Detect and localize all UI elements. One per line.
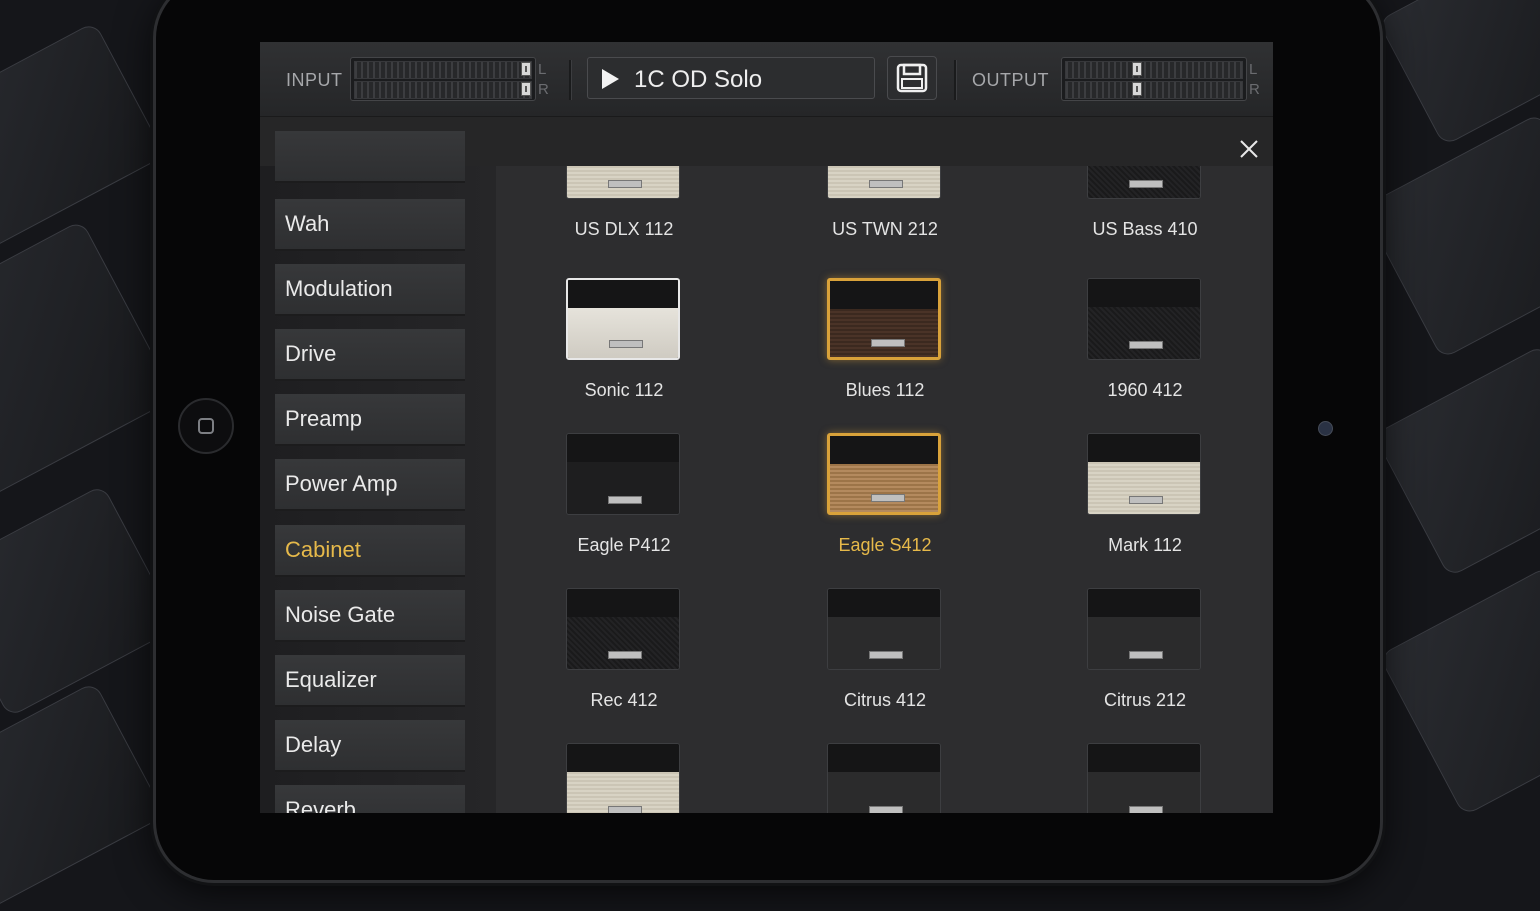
cabinet-name: US TWN 212 — [832, 219, 938, 239]
camera-icon — [1318, 421, 1333, 436]
app-screen: INPUT L R 1C OD Solo OUTPUT L R Wah Modu… — [260, 42, 1273, 813]
sidebar-item-cabinet[interactable]: Cabinet — [275, 525, 465, 575]
background-tile — [1373, 344, 1540, 578]
cabinet-thumbnail — [827, 588, 941, 670]
background-tile — [0, 21, 166, 251]
cabinet-thumbnail — [827, 433, 941, 515]
cabinet-name: Blues 112 — [845, 380, 925, 400]
background-tile — [1378, 565, 1540, 817]
cabinet-thumbnail — [1087, 278, 1201, 360]
input-meter[interactable] — [350, 57, 536, 101]
play-icon[interactable] — [602, 69, 619, 89]
top-bar: INPUT L R 1C OD Solo OUTPUT L R — [260, 42, 1273, 117]
cabinet-name: Rec 412 — [590, 690, 658, 710]
output-meter[interactable] — [1061, 57, 1247, 101]
cabinet-thumbnail — [1087, 166, 1201, 199]
sidebar-item-wah[interactable]: Wah — [275, 199, 465, 249]
cabinet-thumbnail — [1087, 433, 1201, 515]
cabinet-name: Eagle P412 — [577, 535, 671, 555]
preset-name: 1C OD Solo — [634, 66, 763, 93]
cabinet-thumbnail — [827, 278, 941, 360]
cabinet-name: 1960 412 — [1107, 380, 1183, 400]
output-label: OUTPUT — [972, 70, 1049, 90]
close-icon[interactable] — [1238, 138, 1260, 160]
output-right-level-handle[interactable] — [1132, 82, 1142, 96]
sidebar-item-partial[interactable] — [275, 131, 465, 181]
sidebar-item-delay[interactable]: Delay — [275, 720, 465, 770]
output-left-level-handle[interactable] — [1132, 62, 1142, 76]
sidebar-item-preamp[interactable]: Preamp — [275, 394, 465, 444]
cabinet-name: Sonic 112 — [584, 380, 664, 400]
cabinet-thumbnail — [1087, 743, 1201, 813]
category-sidebar[interactable]: Wah Modulation Drive Preamp Power Amp Ca… — [260, 131, 496, 813]
input-left-channel-label: L — [538, 61, 547, 78]
cabinet-thumbnail — [566, 743, 680, 813]
sidebar-item-modulation[interactable]: Modulation — [275, 264, 465, 314]
divider — [569, 60, 572, 100]
sidebar-item-equalizer[interactable]: Equalizer — [275, 655, 465, 705]
input-label: INPUT — [286, 70, 343, 90]
output-right-channel-label: R — [1249, 81, 1260, 98]
cabinet-name: US DLX 112 — [574, 219, 674, 239]
input-left-level-handle[interactable] — [521, 62, 531, 76]
cabinet-name: Citrus 412 — [843, 690, 927, 710]
output-left-channel-label: L — [1249, 61, 1258, 78]
background-tile — [0, 484, 179, 718]
cabinet-thumbnail — [827, 743, 941, 813]
background-tile — [1361, 112, 1540, 360]
preset-selector[interactable]: 1C OD Solo — [587, 57, 875, 99]
save-button[interactable] — [887, 56, 937, 100]
cabinet-grid: US DLX 112 US TWN 212 US Bass 410 Sonic … — [496, 166, 1273, 813]
cabinet-thumbnail — [566, 166, 680, 199]
cabinet-thumbnail — [566, 433, 680, 515]
cabinet-thumbnail — [566, 278, 680, 360]
divider — [954, 60, 957, 100]
sidebar-item-noise-gate[interactable]: Noise Gate — [275, 590, 465, 640]
cabinet-name: Eagle S412 — [838, 535, 932, 555]
input-right-level-handle[interactable] — [521, 82, 531, 96]
sidebar-item-reverb[interactable]: Reverb — [275, 785, 465, 813]
cabinet-thumbnail — [827, 166, 941, 199]
sidebar-item-drive[interactable]: Drive — [275, 329, 465, 379]
cabinet-thumbnail — [566, 588, 680, 670]
cabinet-name: Mark 112 — [1108, 535, 1182, 555]
sidebar-item-power-amp[interactable]: Power Amp — [275, 459, 465, 509]
cabinet-thumbnail — [1087, 588, 1201, 670]
background-tile — [0, 681, 166, 911]
background-tile — [0, 219, 177, 503]
cabinet-name: US Bass 410 — [1092, 219, 1198, 239]
input-right-channel-label: R — [538, 81, 549, 98]
save-icon — [896, 63, 928, 93]
home-button-icon[interactable] — [178, 398, 234, 454]
cabinet-name: Citrus 212 — [1103, 690, 1187, 710]
